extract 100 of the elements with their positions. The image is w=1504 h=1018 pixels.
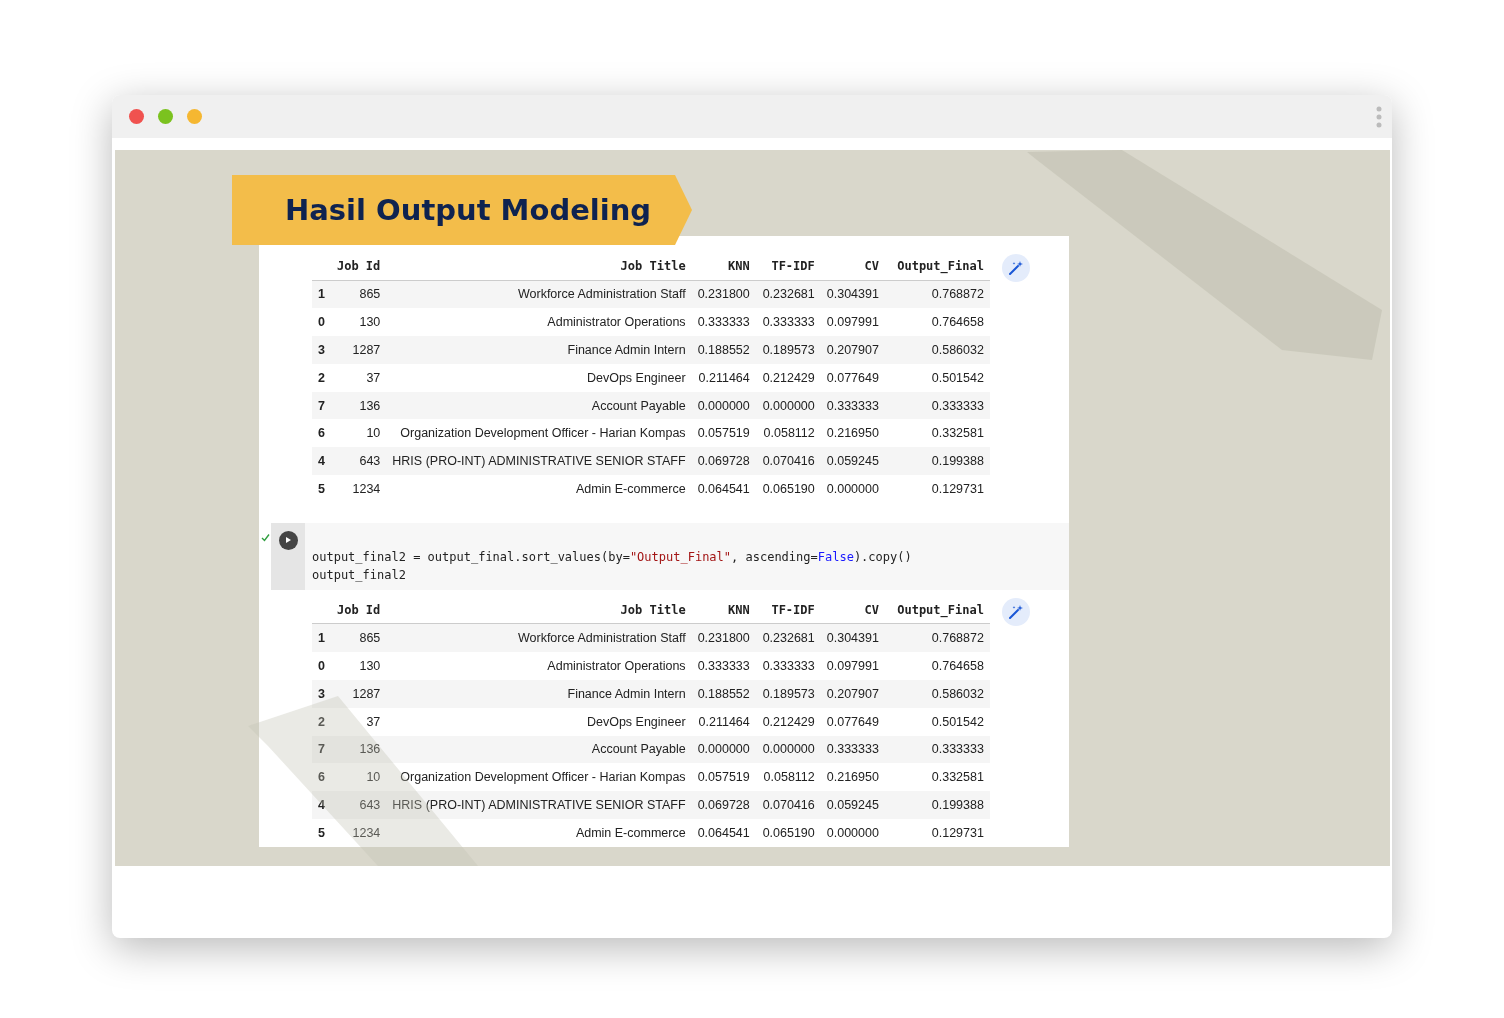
table-cell: 1234 [330, 475, 387, 503]
table-cell: Administrator Operations [386, 652, 692, 680]
row-index: 5 [312, 818, 331, 847]
table-cell: 0.065190 [755, 818, 821, 847]
table-cell: 0.768872 [884, 623, 990, 653]
table-cell: 0.231800 [691, 623, 756, 653]
table-cell: 0.211464 [691, 707, 756, 736]
row-index: 3 [312, 679, 331, 708]
table-cell: 0.000000 [820, 818, 885, 847]
table-cell: 0.333333 [755, 308, 821, 337]
magic-wand-button[interactable] [1001, 597, 1030, 626]
table-cell: Workforce Administration Staff [386, 623, 692, 653]
table-cell: 0.097991 [820, 652, 885, 680]
column-header: Job Id [330, 595, 387, 624]
table-cell: 0.064541 [691, 818, 756, 847]
row-index: 7 [312, 735, 331, 764]
table-cell: 0.304391 [820, 623, 885, 653]
table-cell: 0.189573 [755, 336, 821, 364]
table-cell: 0.764658 [884, 652, 990, 680]
table-cell: 0.207907 [820, 336, 885, 364]
run-button[interactable] [278, 530, 298, 550]
row-index: 3 [312, 336, 331, 364]
table-cell: 0.188552 [691, 679, 756, 708]
table-cell: 130 [330, 652, 387, 680]
row-index: 7 [312, 391, 331, 420]
table-cell: DevOps Engineer [386, 363, 692, 392]
row-index: 6 [312, 419, 331, 448]
table-cell: Finance Admin Intern [386, 336, 692, 364]
table-cell: 0.586032 [884, 336, 990, 364]
row-index: 4 [312, 447, 331, 476]
table-cell: 0.212429 [755, 707, 821, 736]
column-header: CV [820, 252, 885, 280]
table-cell: 0.333333 [691, 652, 756, 680]
magic-wand-button[interactable] [1001, 254, 1030, 282]
column-header: TF-IDF [755, 595, 821, 624]
table-cell: 0.333333 [884, 391, 990, 420]
column-header: CV [820, 595, 885, 624]
table-cell: 0.232681 [755, 280, 821, 309]
row-index: 5 [312, 475, 331, 503]
play-icon [284, 536, 292, 545]
table-cell: 136 [330, 735, 387, 764]
table-cell: Organization Development Officer - Harian Kompas [386, 763, 692, 792]
table-cell: 0.000000 [755, 391, 821, 420]
window-control[interactable] [129, 109, 144, 124]
table-cell: 0.207907 [820, 679, 885, 708]
table-cell: 0.059245 [820, 791, 885, 819]
table-cell: 643 [330, 791, 387, 819]
table-cell: 0.501542 [884, 707, 990, 736]
table-cell: 10 [330, 419, 387, 448]
table-cell: Admin E-commerce [386, 818, 692, 847]
table-cell: Account Payable [386, 391, 692, 420]
table-cell: 0.058112 [755, 419, 821, 448]
table-cell: 0.057519 [691, 419, 756, 448]
table-cell: 0.057519 [691, 763, 756, 792]
table-cell: 0.332581 [884, 419, 990, 448]
table-cell: 0.097991 [820, 308, 885, 337]
column-header: Output_Final [884, 595, 990, 624]
row-index: 1 [312, 280, 331, 309]
table-cell: 0.129731 [884, 475, 990, 503]
table-cell: 0.211464 [691, 363, 756, 392]
row-index: 0 [312, 652, 331, 680]
table-cell: 0.332581 [884, 763, 990, 792]
table-cell: Workforce Administration Staff [386, 280, 692, 309]
column-header: Output_Final [884, 252, 990, 280]
table-cell: 0.064541 [691, 475, 756, 503]
table-cell: 865 [330, 623, 387, 653]
row-index: 2 [312, 707, 331, 736]
table-cell: 0.333333 [691, 308, 756, 337]
table-cell: 0.069728 [691, 447, 756, 476]
table-cell: 865 [330, 280, 387, 309]
table-cell: 37 [330, 363, 387, 392]
table-cell: 0.231800 [691, 280, 756, 309]
column-header: KNN [691, 252, 756, 280]
table-cell: Finance Admin Intern [386, 679, 692, 708]
table-cell: 0.188552 [691, 336, 756, 364]
more-options-icon[interactable] [1376, 104, 1382, 129]
column-header: Job Title [386, 252, 692, 280]
table-cell: 0.586032 [884, 679, 990, 708]
table-cell: DevOps Engineer [386, 707, 692, 736]
table-cell: Administrator Operations [386, 308, 692, 337]
table-cell: 0.212429 [755, 363, 821, 392]
table-cell: HRIS (PRO-INT) ADMINISTRATIVE SENIOR STAFF [386, 791, 692, 819]
table-cell: 1287 [330, 336, 387, 364]
table-cell: 10 [330, 763, 387, 792]
table-cell: 0.216950 [820, 763, 885, 792]
magic-wand-icon [1007, 260, 1024, 276]
row-index: 0 [312, 308, 331, 337]
table-cell: 0.129731 [884, 818, 990, 847]
code-line: output_final2 [312, 566, 407, 584]
table-cell: 0.070416 [755, 447, 821, 476]
column-header: Job Title [386, 595, 692, 624]
table-cell: 136 [330, 391, 387, 420]
table-cell: 0.333333 [884, 735, 990, 764]
row-index: 2 [312, 363, 331, 392]
table-cell: 643 [330, 447, 387, 476]
window-control[interactable] [187, 109, 202, 124]
table-cell: 0.000000 [755, 735, 821, 764]
code-line: output_final2 = output_final.sort_values(by="Output_Final", ascending=False).copy() [312, 548, 912, 566]
window-control[interactable] [158, 109, 173, 124]
table-cell: Organization Development Officer - Harian Kompas [386, 419, 692, 448]
